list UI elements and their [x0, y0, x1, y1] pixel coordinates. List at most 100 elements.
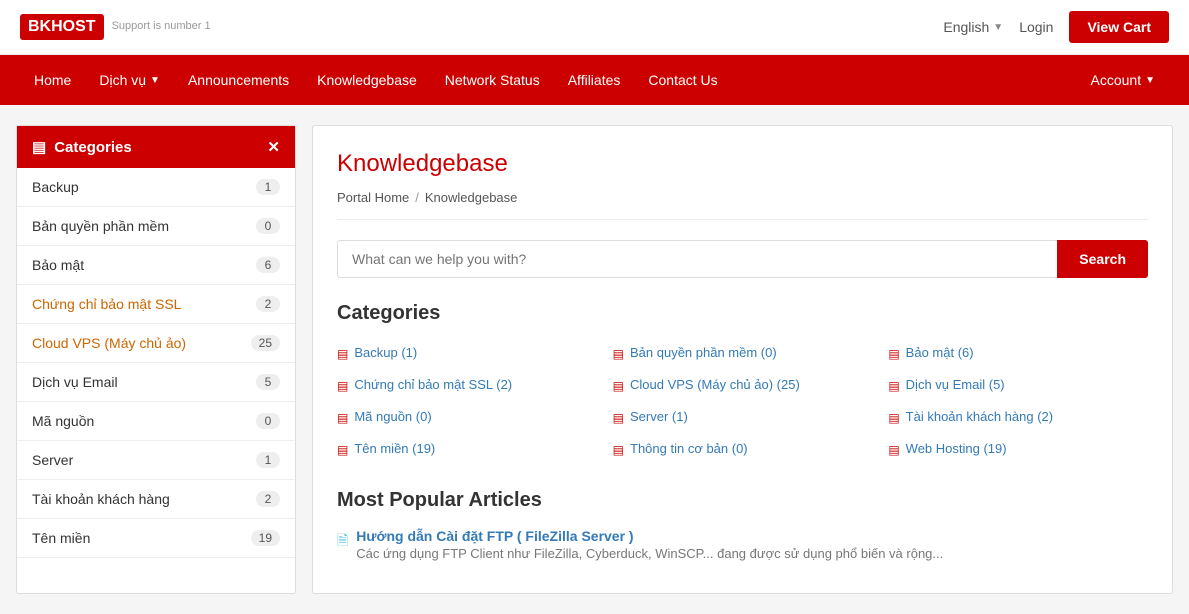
category-item-ban-quyen: ▤ Bản quyền phần mềm (0) [613, 341, 873, 365]
sidebar-item-label: Server [32, 452, 73, 468]
list-icon: ▤ [613, 347, 624, 361]
list-icon: ▤ [888, 379, 899, 393]
account-label: Account [1091, 72, 1142, 88]
popular-item: 🗎 Hướng dẫn Cài đặt FTP ( FileZilla Serv… [337, 528, 1148, 561]
sidebar-item-server[interactable]: Server 1 [17, 441, 295, 480]
sidebar-item-label: Backup [32, 179, 79, 195]
nav-bar: Home Dịch vụ ▼ Announcements Knowledgeba… [0, 55, 1189, 105]
category-item-ssl: ▤ Chứng chỉ bảo mật SSL (2) [337, 373, 597, 397]
category-link[interactable]: Dịch vụ Email (5) [906, 377, 1005, 392]
search-area: Search [337, 240, 1148, 278]
search-button[interactable]: Search [1057, 240, 1148, 278]
category-item-bao-mat: ▤ Bảo mật (6) [888, 341, 1148, 365]
categories-grid: ▤ Backup (1) ▤ Bản quyền phần mềm (0) ▤ … [337, 341, 1148, 461]
top-bar: BKHOST Support is number 1 English ▼ Log… [0, 0, 1189, 55]
sidebar-item-cloud-vps[interactable]: Cloud VPS (Máy chủ ảo) 25 [17, 324, 295, 363]
category-item-web-hosting: ▤ Web Hosting (19) [888, 437, 1148, 461]
sidebar-item-ssl[interactable]: Chứng chỉ bảo mật SSL 2 [17, 285, 295, 324]
main-layout: ▤ Categories ✕ Backup 1 Bản quyền phần m… [0, 125, 1189, 594]
sidebar-item-backup[interactable]: Backup 1 [17, 168, 295, 207]
sidebar-item-tai-khoan[interactable]: Tài khoản khách hàng 2 [17, 480, 295, 519]
nav-home[interactable]: Home [20, 55, 85, 105]
sidebar-item-email[interactable]: Dịch vụ Email 5 [17, 363, 295, 402]
category-link[interactable]: Chứng chỉ bảo mật SSL (2) [354, 377, 512, 392]
sidebar-item-ten-mien[interactable]: Tên miền 19 [17, 519, 295, 558]
category-link[interactable]: Web Hosting (19) [906, 441, 1007, 456]
sidebar-item-label: Dịch vụ Email [32, 374, 118, 390]
list-icon: ▤ [888, 347, 899, 361]
logo-area: BKHOST Support is number 1 [20, 14, 211, 40]
sidebar-item-count: 2 [256, 491, 280, 507]
sidebar-title: Categories [54, 139, 132, 156]
sidebar-item-count: 25 [251, 335, 280, 351]
category-link[interactable]: Bản quyền phần mềm (0) [630, 345, 777, 360]
category-link[interactable]: Backup (1) [354, 345, 417, 360]
top-bar-right: English ▼ Login View Cart [943, 11, 1169, 43]
sidebar-item-label: Mã nguồn [32, 413, 94, 429]
sidebar-item-label: Chứng chỉ bảo mật SSL [32, 296, 181, 312]
sidebar-item-count: 19 [251, 530, 280, 546]
list-icon: ▤ [337, 411, 348, 425]
category-item-backup: ▤ Backup (1) [337, 341, 597, 365]
sidebar-item-ban-quyen[interactable]: Bản quyền phần mềm 0 [17, 207, 295, 246]
sidebar: ▤ Categories ✕ Backup 1 Bản quyền phần m… [16, 125, 296, 594]
language-selector[interactable]: English ▼ [943, 19, 1003, 35]
breadcrumb-separator: / [415, 190, 419, 205]
sidebar-item-label: Tài khoản khách hàng [32, 491, 170, 507]
sidebar-item-count: 0 [256, 218, 280, 234]
logo-tagline: Support is number 1 [112, 20, 211, 33]
category-item-server: ▤ Server (1) [613, 405, 873, 429]
nav-contact-us[interactable]: Contact Us [634, 55, 731, 105]
category-link[interactable]: Tài khoản khách hàng (2) [906, 409, 1053, 424]
category-item-cloud-vps: ▤ Cloud VPS (Máy chủ ảo) (25) [613, 373, 873, 397]
sidebar-item-bao-mat[interactable]: Bảo mật 6 [17, 246, 295, 285]
view-cart-button[interactable]: View Cart [1069, 11, 1169, 43]
popular-title: Most Popular Articles [337, 489, 1148, 512]
sidebar-header: ▤ Categories ✕ [17, 126, 295, 168]
sidebar-header-icon-left: ▤ [32, 138, 46, 156]
category-item-thong-tin: ▤ Thông tin cơ bản (0) [613, 437, 873, 461]
sidebar-item-count: 2 [256, 296, 280, 312]
list-icon: ▤ [337, 347, 348, 361]
sidebar-header-icon-right[interactable]: ✕ [267, 138, 280, 156]
category-link[interactable]: Mã nguồn (0) [354, 409, 431, 424]
category-link[interactable]: Bảo mật (6) [906, 345, 974, 360]
popular-article-link[interactable]: Hướng dẫn Cài đặt FTP ( FileZilla Server… [356, 528, 633, 544]
popular-article: Hướng dẫn Cài đặt FTP ( FileZilla Server… [356, 528, 943, 561]
nav-announcements[interactable]: Announcements [174, 55, 303, 105]
sidebar-item-label: Bảo mật [32, 257, 84, 273]
category-item-ma-nguon: ▤ Mã nguồn (0) [337, 405, 597, 429]
list-icon: ▤ [337, 443, 348, 457]
nav-knowledgebase[interactable]: Knowledgebase [303, 55, 431, 105]
login-link[interactable]: Login [1019, 19, 1053, 35]
category-link[interactable]: Thông tin cơ bản (0) [630, 441, 748, 456]
logo-box[interactable]: BKHOST [20, 14, 104, 40]
breadcrumb-current: Knowledgebase [425, 190, 518, 205]
page-title: Knowledgebase [337, 150, 1148, 178]
breadcrumb: Portal Home / Knowledgebase [337, 190, 1148, 220]
sidebar-item-count: 1 [256, 179, 280, 195]
nav-network-status[interactable]: Network Status [431, 55, 554, 105]
logo-host: HOST [51, 18, 95, 35]
sidebar-item-label: Cloud VPS (Máy chủ ảo) [32, 335, 186, 351]
category-link[interactable]: Server (1) [630, 409, 688, 424]
list-icon: ▤ [888, 443, 899, 457]
breadcrumb-home[interactable]: Portal Home [337, 190, 409, 205]
list-icon: ▤ [613, 411, 624, 425]
chevron-down-icon: ▼ [150, 75, 160, 86]
category-link[interactable]: Cloud VPS (Máy chủ ảo) (25) [630, 377, 800, 392]
category-item-dich-vu-email: ▤ Dịch vụ Email (5) [888, 373, 1148, 397]
nav-dich-vu[interactable]: Dịch vụ ▼ [85, 55, 174, 105]
list-icon: ▤ [613, 379, 624, 393]
category-item-tai-khoan: ▤ Tài khoản khách hàng (2) [888, 405, 1148, 429]
language-label: English [943, 19, 989, 35]
chevron-down-icon: ▼ [1145, 75, 1155, 86]
sidebar-item-count: 6 [256, 257, 280, 273]
search-input[interactable] [337, 240, 1057, 278]
sidebar-item-ma-nguon[interactable]: Mã nguồn 0 [17, 402, 295, 441]
nav-account[interactable]: Account ▼ [1077, 55, 1170, 105]
sidebar-item-label: Tên miền [32, 530, 90, 546]
nav-affiliates[interactable]: Affiliates [554, 55, 635, 105]
category-link[interactable]: Tên miền (19) [354, 441, 435, 456]
category-item-ten-mien: ▤ Tên miền (19) [337, 437, 597, 461]
